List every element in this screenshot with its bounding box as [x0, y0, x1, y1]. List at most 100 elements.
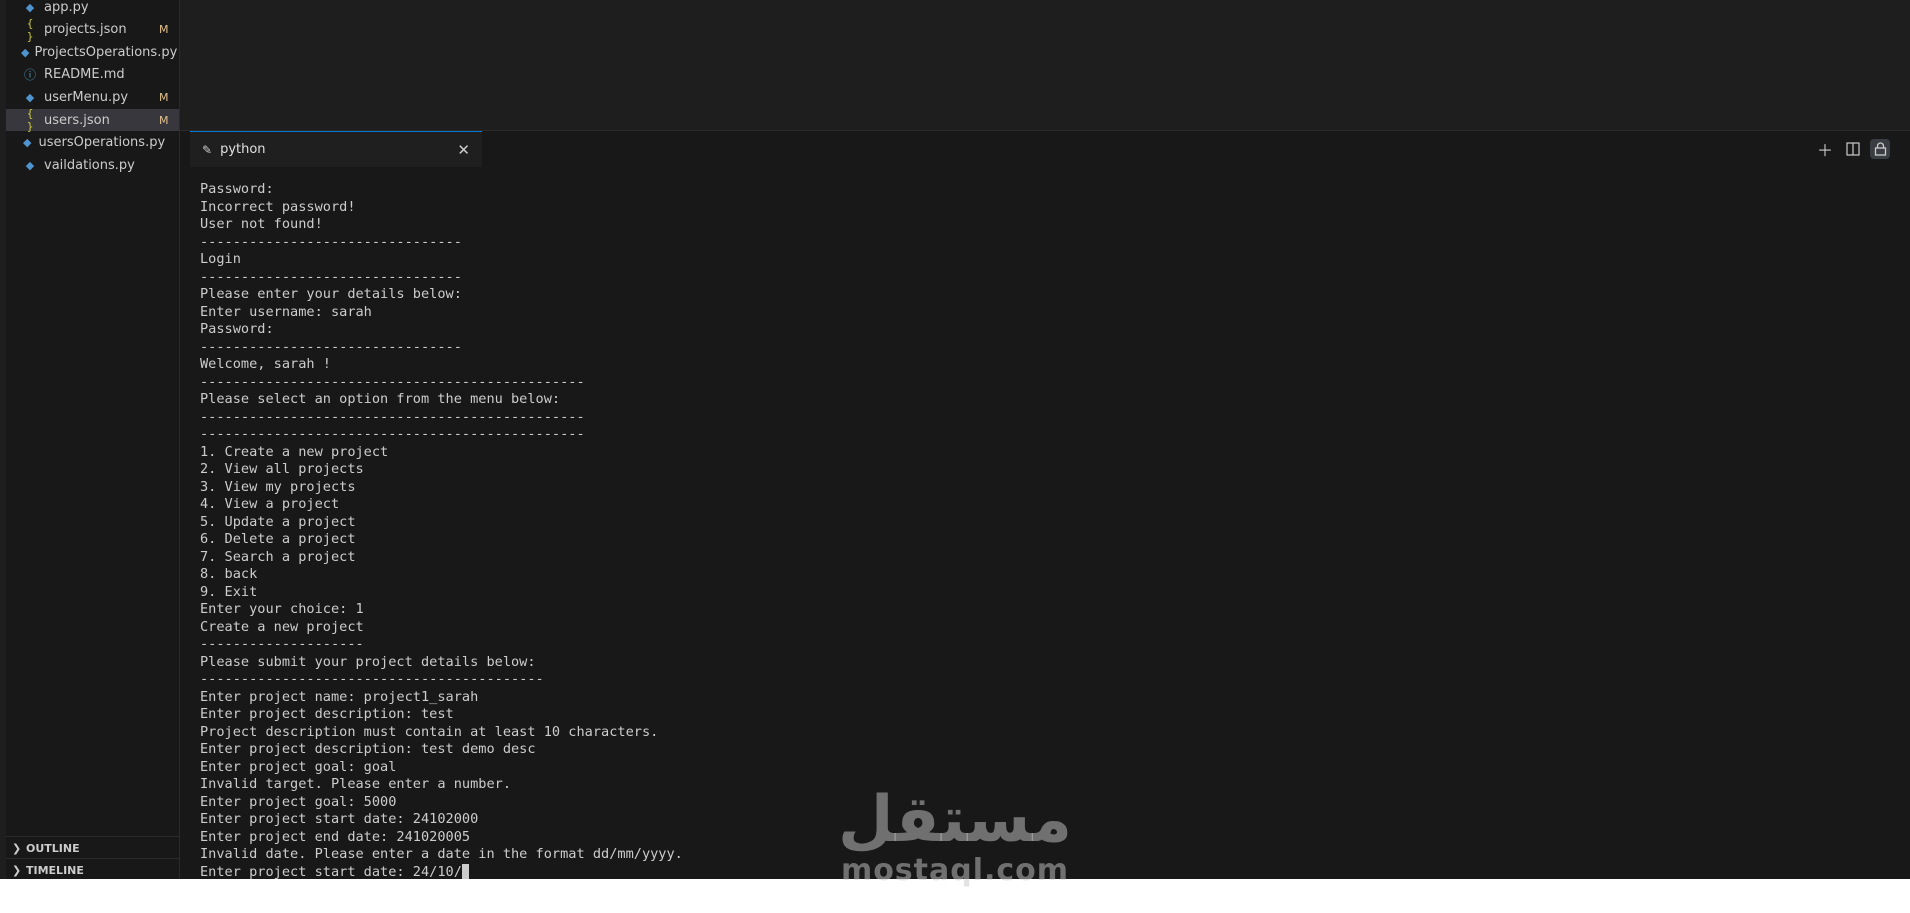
terminal-line-text: ----------------------------------------… [200, 408, 585, 425]
file-item[interactable]: { } users.json M [6, 107, 179, 133]
file-name: app.py [44, 0, 89, 15]
terminal-tab-bar: ✎ python ✕ ＋ [180, 131, 1910, 167]
terminal-line-text: Enter project goal: goal [200, 758, 397, 775]
terminal-line: ----------------------------------------… [200, 374, 1900, 392]
terminal-line: ----------------------------------------… [200, 671, 1900, 689]
terminal-cursor [461, 863, 469, 879]
terminal-line-text: 9. Exit [200, 583, 258, 600]
split-terminal-icon[interactable] [1843, 139, 1863, 159]
terminal-line-text: Create a new project [200, 618, 364, 635]
file-item[interactable]: { } projects.json M [6, 17, 179, 43]
terminal-line-text: Password: [200, 181, 274, 197]
terminal-line-text: Project description must contain at leas… [200, 723, 659, 740]
editor-area [180, 0, 1910, 130]
file-name: vaildations.py [44, 157, 135, 173]
terminal-line: ----------------------------------------… [200, 426, 1900, 444]
terminal-line-text: -------------------------------- [200, 338, 462, 355]
terminal-line-text: Enter project description: test demo des… [200, 741, 536, 757]
terminal-line: -------------------- [200, 636, 1900, 654]
terminal-line-text: Invalid date. Please enter a date in the… [200, 846, 683, 862]
python-file-icon: ◆ [23, 136, 32, 150]
terminal-line-text: ----------------------------------------… [200, 671, 544, 687]
terminal-line-text: 2. View all projects [200, 461, 364, 477]
terminal-line: 6. Delete a project [200, 531, 1900, 549]
terminal-tab-python[interactable]: ✎ python ✕ [190, 131, 482, 167]
file-item[interactable]: ⓘ README.md [6, 64, 179, 86]
terminal-line-text: Enter project start date: 24/10/ [200, 863, 462, 880]
file-name: usersOperations.py [38, 135, 166, 151]
watermark-arabic: مستقل [837, 783, 1073, 857]
terminal-line-text: Enter project name: project1_sarah [200, 688, 479, 705]
terminal-icon: ✎ [202, 142, 213, 157]
file-item[interactable]: ◆ app.py [6, 0, 179, 18]
file-name: userMenu.py [44, 89, 129, 105]
terminal-line-text: ----------------------------------------… [200, 373, 585, 390]
python-file-icon: ◆ [25, 0, 35, 14]
terminal-line-text: 4. View a project [200, 496, 340, 512]
outline-label: OUTLINE [26, 841, 80, 855]
terminal-line-text: Enter username: sarah [200, 303, 372, 320]
terminal-line-text: 8. back [200, 566, 258, 582]
terminal-line: 5. Update a project [200, 514, 1900, 532]
file-name: README.md [44, 67, 125, 83]
terminal-line-text: Enter project description: test [200, 706, 454, 722]
terminal-line-text: ----------------------------------------… [200, 426, 585, 442]
file-item[interactable]: ◆ usersOperations.py [6, 132, 179, 154]
chevron-right-icon: ❯ [12, 863, 22, 877]
explorer-sidebar: ◆ app.py { } projects.json M ◆ ProjectsOperati… [6, 0, 180, 879]
file-name: projects.json [44, 22, 127, 38]
close-icon[interactable]: ✕ [457, 141, 470, 159]
terminal-line-text: Enter your choice: 1 [200, 601, 364, 617]
terminal-line: 7. Search a project [200, 549, 1900, 567]
terminal-line: -------------------------------- [200, 269, 1900, 287]
terminal-line-text: User not found! [200, 216, 323, 232]
terminal-line-text: -------------------------------- [200, 268, 462, 285]
file-name: ProjectsOperations.py [34, 44, 178, 60]
terminal-line-text: Invalid target. Please enter a number. [200, 776, 511, 792]
terminal-line: Project description must contain at leas… [200, 724, 1900, 742]
terminal-line: Enter project goal: goal [200, 759, 1900, 777]
terminal-line: Password: [200, 181, 1900, 199]
terminal-line: -------------------------------- [200, 339, 1900, 357]
terminal-panel: ✎ python ✕ ＋ Password: Incorrect password… [180, 130, 1910, 879]
terminal-line: Enter project description: test [200, 706, 1900, 724]
terminal-output[interactable]: Password: Incorrect password! User not fou… [200, 181, 1900, 879]
file-name: users.json [44, 112, 110, 128]
file-item[interactable]: ◆ userMenu.py M [6, 86, 179, 108]
terminal-line-text: 6. Delete a project [200, 531, 356, 547]
outline-panel-header[interactable]: ❯ OUTLINE [6, 836, 179, 859]
terminal-line-text: Please enter your details below: [200, 286, 462, 302]
terminal-line: ----------------------------------------… [200, 409, 1900, 427]
lock-icon[interactable] [1870, 139, 1890, 159]
terminal-tab-label: python [220, 142, 266, 157]
terminal-line: Enter your choice: 1 [200, 601, 1900, 619]
terminal-line-text: Enter project end date: 241020005 [200, 828, 471, 845]
terminal-line-text: -------------------- [200, 636, 364, 652]
terminal-line-text: 5. Update a project [200, 513, 356, 530]
plus-icon[interactable]: ＋ [1815, 139, 1835, 160]
terminal-line: Login [200, 251, 1900, 269]
file-item[interactable]: ◆ ProjectsOperations.py [6, 41, 179, 63]
terminal-line: Create a new project [200, 619, 1900, 637]
terminal-line: -------------------------------- [200, 234, 1900, 252]
terminal-line-text: Enter project start date: 24102000 [200, 811, 479, 827]
info-icon: ⓘ [23, 68, 36, 83]
file-item[interactable]: ◆ vaildations.py [6, 154, 179, 176]
terminal-line: 8. back [200, 566, 1900, 584]
terminal-line: Please select an option from the menu be… [200, 391, 1900, 409]
terminal-line-text: 1. Create a new project [200, 443, 389, 460]
terminal-line-text: 7. Search a project [200, 548, 356, 565]
timeline-panel-header[interactable]: ❯ TIMELINE [6, 858, 179, 879]
python-file-icon: ◆ [25, 158, 35, 172]
watermark-logo: مستقل mostaql.com [830, 785, 1080, 895]
terminal-line-text: Please submit your project details below… [200, 653, 536, 670]
terminal-line: Enter username: sarah [200, 304, 1900, 322]
terminal-line: 1. Create a new project [200, 444, 1900, 462]
terminal-line-text: Incorrect password! [200, 198, 356, 215]
json-file-icon: { } [26, 107, 34, 133]
chevron-right-icon: ❯ [12, 841, 22, 855]
terminal-line: User not found! [200, 216, 1900, 234]
terminal-line: Enter project description: test demo des… [200, 741, 1900, 759]
terminal-line: Welcome, sarah ! [200, 356, 1900, 374]
terminal-line: 3. View my projects [200, 479, 1900, 497]
